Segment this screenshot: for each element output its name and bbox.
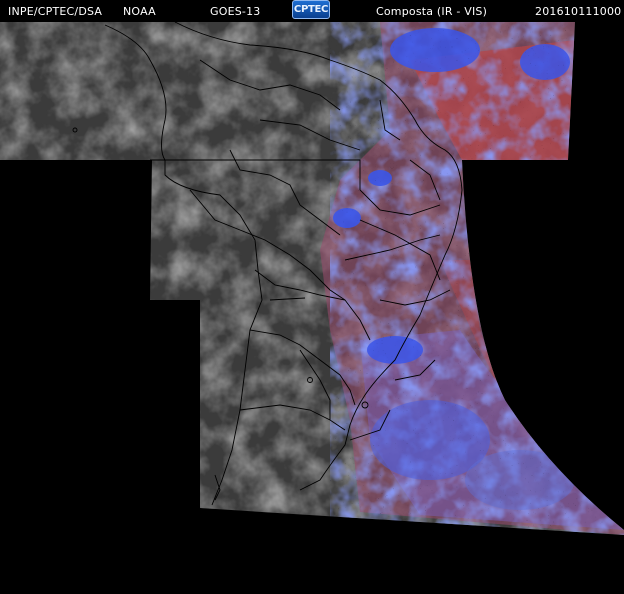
coverage-area [0,22,624,535]
satellite-map [0,21,624,535]
